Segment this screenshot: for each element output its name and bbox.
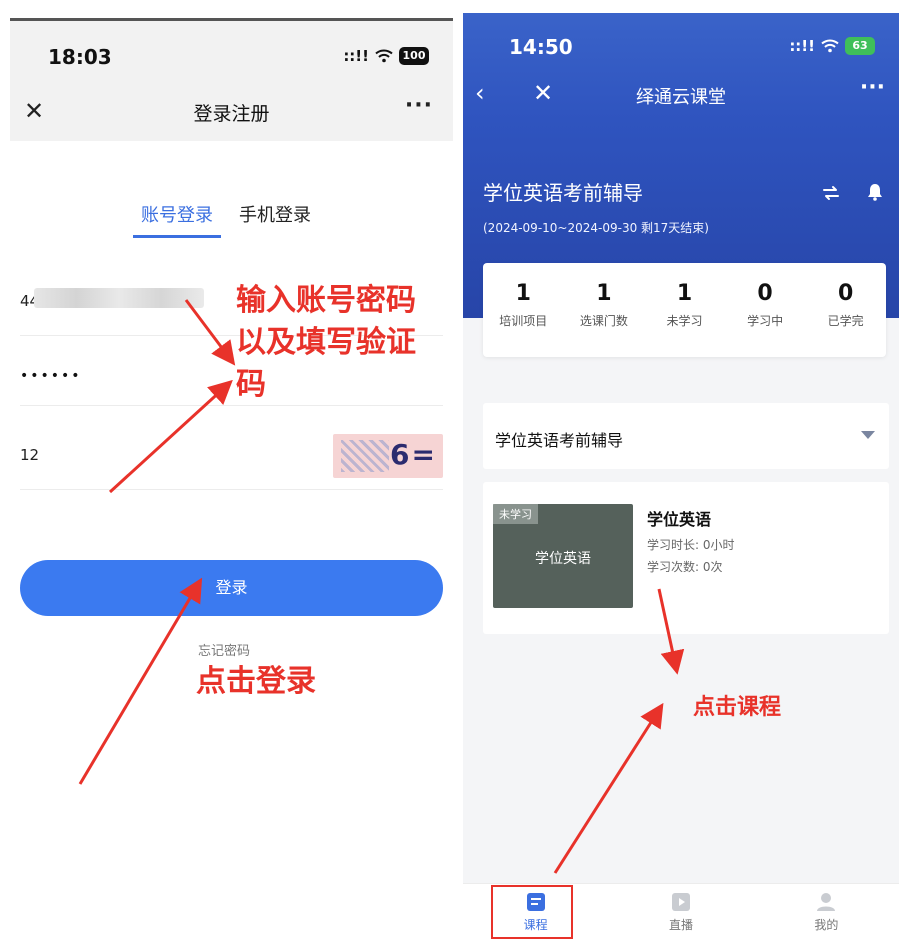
stat-label: 已学完 [827, 314, 864, 328]
tab-account-login[interactable]: 账号登录 [141, 201, 213, 227]
stat-in-progress[interactable]: 0 学习中 [725, 263, 806, 357]
stat-label: 未学习 [666, 314, 703, 328]
profile-icon [817, 893, 836, 911]
more-icon[interactable]: ··· [860, 75, 885, 100]
stat-value: 0 [838, 281, 854, 306]
stat-not-started[interactable]: 1 未学习 [644, 263, 725, 357]
course-title: 学位英语考前辅导 [483, 181, 643, 205]
annotation-line-1: 输入账号密码 [236, 283, 416, 318]
bell-icon[interactable] [867, 183, 883, 201]
status-time: 18:03 [48, 45, 112, 69]
signal-icon: ::!! [343, 47, 369, 65]
captcha-field[interactable]: 12 6= [20, 426, 443, 490]
status-icons: ::!! 63 [789, 37, 875, 55]
wifi-icon [821, 39, 839, 53]
course-thumbnail[interactable]: 未学习 学位英语 [493, 504, 633, 608]
course-date-range: (2024-09-10~2024-09-30 剩17天结束) [483, 221, 709, 235]
password-value: •••••• [20, 368, 82, 384]
live-icon [671, 893, 690, 911]
stat-value: 0 [757, 281, 773, 306]
status-bar: 18:03 ::!! 100 [10, 21, 453, 83]
tab-phone-login[interactable]: 手机登录 [239, 201, 311, 227]
project-dropdown[interactable]: 学位英语考前辅导 [483, 403, 889, 469]
login-screen: 18:03 ::!! 100 ✕ 登录注册 ··· 账号登录 手机登录 44 •… [10, 18, 453, 939]
tab-underline [133, 235, 221, 238]
study-count: 学习次数: 0次 [647, 560, 723, 574]
signal-icon: ::!! [789, 37, 815, 55]
status-icons: ::!! 100 [343, 47, 429, 65]
captcha-input-value: 12 [20, 446, 40, 464]
chevron-down-icon [861, 431, 875, 439]
battery-icon: 100 [399, 47, 429, 65]
tab-live[interactable]: 直播 [608, 884, 753, 939]
page-title: 绎通云课堂 [636, 87, 726, 108]
status-badge: 未学习 [493, 504, 538, 524]
stat-selected-courses[interactable]: 1 选课门数 [564, 263, 645, 357]
page-title: 登录注册 [193, 103, 270, 125]
tab-highlight-box [491, 885, 573, 939]
captcha-image[interactable]: 6= [333, 434, 443, 478]
stat-training-projects[interactable]: 1 培训项目 [483, 263, 564, 357]
course-screen: 14:50 ::!! 63 ‹ ✕ 绎通云课堂 ··· 学位英语考前辅导 (20… [463, 13, 899, 939]
tab-label: 我的 [814, 918, 839, 932]
annotation-line-2: 以及填写验证 [236, 325, 416, 360]
switch-icon[interactable] [821, 185, 841, 201]
blurred-account [34, 288, 204, 308]
arrow-to-tab [553, 702, 664, 874]
stat-label: 培训项目 [499, 314, 548, 328]
annotation-click-course: 点击课程 [693, 695, 782, 720]
dropdown-label: 学位英语考前辅导 [495, 431, 624, 450]
stat-value: 1 [515, 281, 531, 306]
login-tabs: 账号登录 手机登录 [10, 201, 453, 243]
card-title: 学位英语 [647, 510, 712, 529]
arrow-to-login [78, 577, 203, 785]
stat-label: 学习中 [747, 314, 784, 328]
course-card[interactable]: 未学习 学位英语 学位英语 学习时长: 0小时 学习次数: 0次 [483, 482, 889, 634]
captcha-noise [341, 440, 389, 472]
annotation-line-3: 码 [236, 367, 266, 402]
nav-bar: ✕ 登录注册 ··· [10, 83, 453, 141]
stat-completed[interactable]: 0 已学完 [805, 263, 886, 357]
login-button[interactable]: 登录 [20, 560, 443, 616]
thumbnail-title: 学位英语 [535, 551, 591, 567]
wifi-icon [375, 49, 393, 63]
stats-panel: 1 培训项目 1 选课门数 1 未学习 0 学习中 0 已学完 [483, 263, 886, 357]
stat-label: 选课门数 [579, 314, 628, 328]
tab-label: 直播 [668, 918, 693, 932]
annotation-click-login: 点击登录 [196, 664, 316, 699]
tab-profile[interactable]: 我的 [754, 884, 899, 939]
annotation-enter-account: 输入账号密码 以及填写验证 码 [236, 280, 416, 406]
study-duration: 学习时长: 0小时 [647, 538, 735, 552]
more-icon[interactable]: ··· [405, 93, 433, 118]
stat-value: 1 [596, 281, 612, 306]
battery-icon: 63 [845, 37, 875, 55]
captcha-text: 6= [390, 438, 437, 471]
status-time: 14:50 [509, 35, 573, 59]
stat-value: 1 [676, 281, 693, 306]
